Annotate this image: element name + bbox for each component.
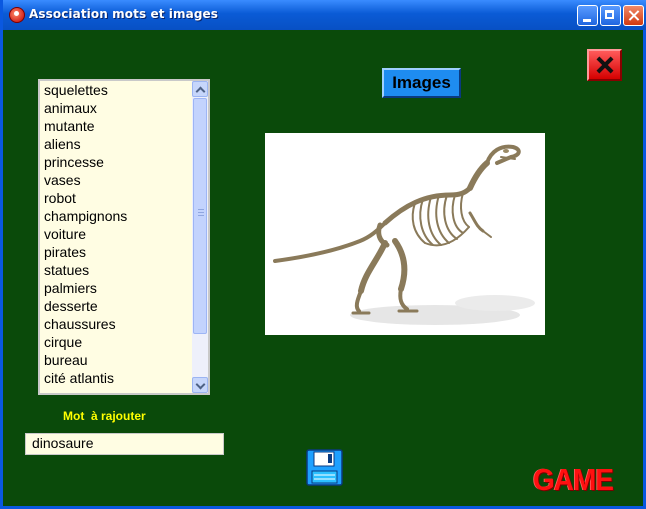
red-x-icon [596, 57, 613, 73]
scroll-thumb[interactable] [193, 98, 207, 334]
add-word-input[interactable]: dinosaure [25, 433, 224, 455]
list-item[interactable]: champignons [40, 207, 192, 225]
title-bar[interactable]: Association mots et images [3, 0, 646, 30]
list-item[interactable]: squelettes [40, 81, 192, 99]
scroll-down-arrow-icon[interactable] [192, 377, 208, 393]
app-window: Association mots et images squelettes ani… [0, 0, 646, 509]
list-item[interactable]: pirates [40, 243, 192, 261]
scroll-up-arrow-icon[interactable] [192, 81, 208, 97]
list-item[interactable]: cirque [40, 333, 192, 351]
list-item[interactable]: statues [40, 261, 192, 279]
floppy-disk-icon [306, 449, 343, 486]
app-icon[interactable] [9, 7, 25, 23]
word-listbox[interactable]: squelettes animaux mutante aliens princesse v… [38, 79, 210, 395]
window-close-button[interactable] [623, 5, 644, 26]
list-item[interactable]: desserte [40, 297, 192, 315]
word-list: squelettes animaux mutante aliens princesse v… [40, 81, 192, 393]
list-item[interactable]: voiture [40, 225, 192, 243]
list-item[interactable]: bureau [40, 351, 192, 369]
list-item[interactable]: robot [40, 189, 192, 207]
list-item[interactable]: animaux [40, 99, 192, 117]
list-item[interactable]: palmiers [40, 279, 192, 297]
list-item[interactable]: cité atlantis [40, 369, 192, 387]
save-button[interactable] [306, 449, 343, 486]
add-word-label: Mot à rajouter [63, 409, 146, 423]
list-item[interactable]: vases [40, 171, 192, 189]
list-item[interactable]: aliens [40, 135, 192, 153]
maximize-button[interactable] [600, 5, 621, 26]
dinosaur-skeleton-icon [273, 144, 535, 325]
list-item[interactable]: mutante [40, 117, 192, 135]
list-item[interactable]: chaussures [40, 315, 192, 333]
minimize-button[interactable] [577, 5, 598, 26]
close-button[interactable] [587, 49, 622, 81]
list-item[interactable]: princesse [40, 153, 192, 171]
window-title: Association mots et images [29, 7, 218, 21]
dinosaur-skeleton-image [265, 133, 545, 335]
game-logo: GAME [533, 462, 614, 497]
list-scrollbar[interactable] [192, 81, 208, 393]
images-button[interactable]: Images [382, 68, 461, 98]
